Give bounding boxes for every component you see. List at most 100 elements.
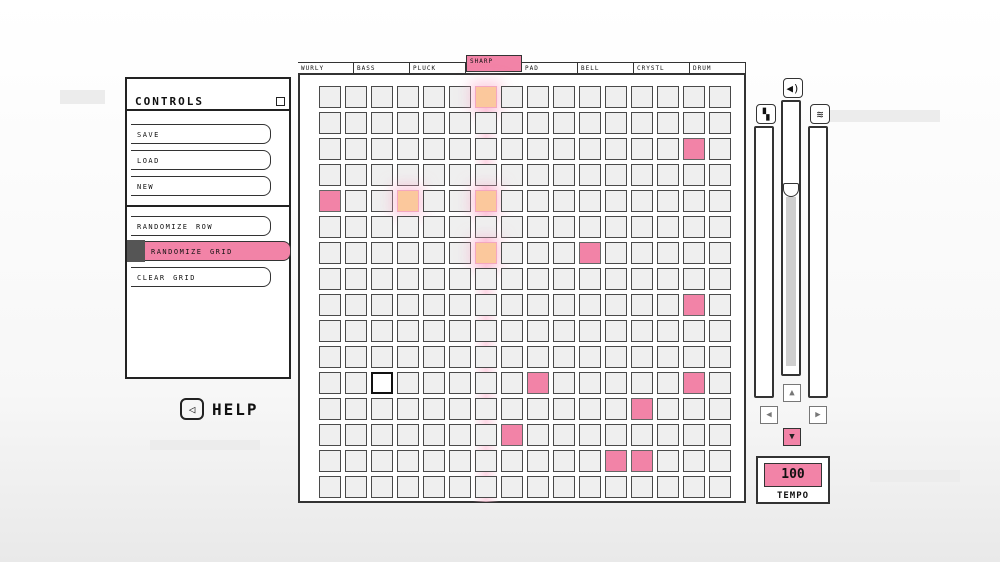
- grid-cell[interactable]: [501, 372, 523, 394]
- grid-cell[interactable]: [709, 398, 731, 420]
- grid-cell[interactable]: [657, 138, 679, 160]
- grid-cell[interactable]: [371, 164, 393, 186]
- grid-cell[interactable]: [397, 164, 419, 186]
- grid-cell[interactable]: [371, 268, 393, 290]
- grid-cell[interactable]: [371, 294, 393, 316]
- wave-icon[interactable]: ≋: [810, 104, 830, 124]
- grid-cell[interactable]: [657, 164, 679, 186]
- grid-cell[interactable]: [709, 294, 731, 316]
- grid-cell[interactable]: [657, 450, 679, 472]
- grid-cell[interactable]: [319, 86, 341, 108]
- down-arrow-button[interactable]: ▼: [783, 428, 801, 446]
- grid-cell[interactable]: [371, 112, 393, 134]
- grid-cell[interactable]: [657, 86, 679, 108]
- grid-cell[interactable]: [423, 164, 445, 186]
- grid-cell[interactable]: [371, 346, 393, 368]
- grid-cell[interactable]: [605, 424, 627, 446]
- grid-cell[interactable]: [423, 372, 445, 394]
- grid-cell[interactable]: [527, 424, 549, 446]
- grid-cell[interactable]: [345, 398, 367, 420]
- active-note-cell[interactable]: [527, 372, 549, 394]
- grid-cell[interactable]: [631, 164, 653, 186]
- grid-cell[interactable]: [605, 320, 627, 342]
- grid-cell[interactable]: [319, 476, 341, 498]
- grid-cell[interactable]: [709, 190, 731, 212]
- grid-cell[interactable]: [605, 346, 627, 368]
- active-note-cell[interactable]: [501, 424, 523, 446]
- grid-cell[interactable]: [605, 138, 627, 160]
- grid-cell[interactable]: [449, 346, 471, 368]
- grid-cell[interactable]: [397, 372, 419, 394]
- minimize-icon[interactable]: [276, 97, 285, 106]
- grid-cell[interactable]: [475, 476, 497, 498]
- grid-cell[interactable]: [579, 164, 601, 186]
- grid-cell[interactable]: [423, 216, 445, 238]
- grid-cell[interactable]: [345, 138, 367, 160]
- grid-cell[interactable]: [631, 424, 653, 446]
- active-note-cell[interactable]: [605, 450, 627, 472]
- grid-cell[interactable]: [553, 164, 575, 186]
- grid-cell[interactable]: [657, 268, 679, 290]
- grid-cell[interactable]: [605, 112, 627, 134]
- grid-cell[interactable]: [709, 320, 731, 342]
- grid-cell[interactable]: [709, 216, 731, 238]
- clear-grid-button[interactable]: clear grid: [131, 267, 271, 287]
- grid-cell[interactable]: [423, 190, 445, 212]
- active-note-cell[interactable]: [579, 242, 601, 264]
- grid-cell[interactable]: [345, 346, 367, 368]
- grid-cell[interactable]: [501, 216, 523, 238]
- grid-cell[interactable]: [553, 424, 575, 446]
- grid-cell[interactable]: [527, 216, 549, 238]
- grid-cell[interactable]: [319, 242, 341, 264]
- volume-slider[interactable]: [781, 100, 801, 376]
- grid-cell[interactable]: [475, 164, 497, 186]
- grid-cell[interactable]: [397, 476, 419, 498]
- grid-cell[interactable]: [579, 138, 601, 160]
- grid-cell[interactable]: [683, 476, 705, 498]
- grid-cell[interactable]: [345, 112, 367, 134]
- grid-cell[interactable]: [657, 476, 679, 498]
- grid-cell[interactable]: [631, 346, 653, 368]
- grid-cell[interactable]: [319, 112, 341, 134]
- grid-cell[interactable]: [501, 294, 523, 316]
- grid-cell[interactable]: [501, 450, 523, 472]
- grid-cell[interactable]: [631, 86, 653, 108]
- grid-cell[interactable]: [371, 242, 393, 264]
- grid-cell[interactable]: [631, 242, 653, 264]
- grid-cell[interactable]: [683, 346, 705, 368]
- grid-cell[interactable]: [449, 372, 471, 394]
- grid-cell[interactable]: [657, 294, 679, 316]
- grid-cell[interactable]: [319, 372, 341, 394]
- randomize-row-button[interactable]: randomize row: [131, 216, 271, 236]
- grid-cell[interactable]: [501, 164, 523, 186]
- grid-cell[interactable]: [527, 164, 549, 186]
- grid-cell[interactable]: [553, 216, 575, 238]
- grid-cell[interactable]: [319, 138, 341, 160]
- grid-cell[interactable]: [423, 294, 445, 316]
- grid-cell[interactable]: [605, 242, 627, 264]
- grid-cell[interactable]: [345, 294, 367, 316]
- grid-cell[interactable]: [449, 86, 471, 108]
- randomize-grid-button[interactable]: randomize grid: [145, 241, 291, 261]
- grid-cell[interactable]: [475, 268, 497, 290]
- grid-cell[interactable]: [371, 450, 393, 472]
- grid-cell[interactable]: [345, 86, 367, 108]
- grid-cell[interactable]: [345, 320, 367, 342]
- grid-cell[interactable]: [579, 216, 601, 238]
- grid-cell[interactable]: [683, 112, 705, 134]
- grid-cell[interactable]: [553, 294, 575, 316]
- grid-cell[interactable]: [553, 372, 575, 394]
- grid-cursor[interactable]: [371, 372, 393, 394]
- active-note-cell[interactable]: [631, 398, 653, 420]
- grid-cell[interactable]: [579, 294, 601, 316]
- grid-cell[interactable]: [579, 86, 601, 108]
- grid-cell[interactable]: [527, 242, 549, 264]
- grid-cell[interactable]: [449, 424, 471, 446]
- grid-cell[interactable]: [709, 138, 731, 160]
- grid-cell[interactable]: [683, 216, 705, 238]
- grid-cell[interactable]: [631, 372, 653, 394]
- grid-cell[interactable]: [501, 190, 523, 212]
- grid-cell[interactable]: [475, 398, 497, 420]
- right-arrow-button[interactable]: ▶: [809, 406, 827, 424]
- active-note-cell[interactable]: [683, 372, 705, 394]
